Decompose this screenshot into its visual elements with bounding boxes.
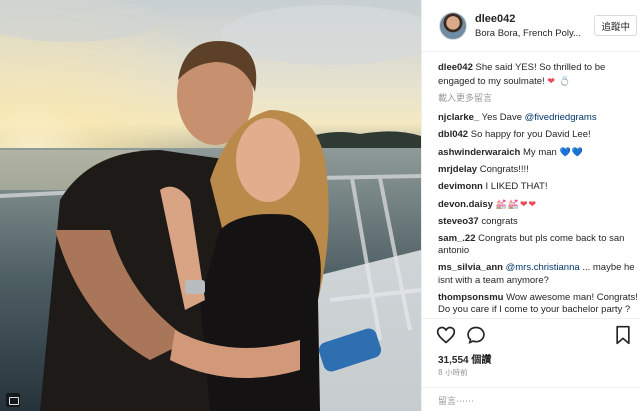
likes-number: 31,554 (438, 355, 469, 366)
comment-text: Congrats!!!! (479, 163, 529, 175)
avatar[interactable] (439, 12, 467, 40)
location-link[interactable]: Bora Bora, French Poly... (475, 28, 587, 39)
comment-username[interactable]: dbl042 (438, 129, 468, 140)
comment-mention-link[interactable]: @mrs.christianna (506, 262, 580, 273)
header-username[interactable]: dlee042 (475, 13, 515, 25)
following-button[interactable]: 追蹤中 (594, 15, 637, 36)
add-comment-field[interactable]: 留言⋯⋯ (422, 387, 640, 411)
comment-item: ms_silvia_ann @mrs.christianna ... maybe… (438, 262, 638, 287)
comment-item: mrjdelay Congrats!!!! (438, 164, 638, 177)
comment-username[interactable]: steveo37 (438, 216, 479, 227)
comment-emoji: 💙💙 (559, 146, 584, 157)
comment-item: njclarke_ Yes Dave @fivedriedgrams (438, 112, 638, 125)
photo-illustration (0, 0, 421, 411)
comment-item: thompsonsmu Wow awesome man! Congrats! D… (438, 292, 638, 317)
likes-count[interactable]: 31,554 個讚 (438, 351, 491, 366)
image-badge-icon (6, 393, 20, 407)
comment-item: sam_.22 Congrats but pls come back to sa… (438, 233, 638, 258)
comment-text: congrats (481, 215, 518, 227)
post-caption: dlee042 She said YES! So thrilled to be … (438, 62, 638, 88)
post-side-panel: dlee042 Bora Bora, French Poly... 追蹤中 dl… (421, 0, 640, 411)
comment-text: My man (523, 146, 557, 158)
comment-username[interactable]: sam_.22 (438, 233, 476, 244)
comment-username[interactable]: mrjdelay (438, 164, 477, 175)
caption-username[interactable]: dlee042 (438, 62, 473, 73)
post-timestamp: 8 小時前 (438, 368, 468, 377)
comment-text: So happy for you David Lee! (470, 128, 591, 140)
comment-item: ashwinderwaraich My man 💙💙 (438, 146, 638, 160)
load-more-comments-link[interactable]: 載入更多留言 (438, 93, 638, 106)
add-comment-placeholder: 留言⋯⋯ (438, 397, 475, 407)
comment-mention-link[interactable]: @fivedriedgrams (525, 112, 597, 123)
comment-username[interactable]: njclarke_ (438, 112, 479, 123)
comment-username[interactable]: ashwinderwaraich (438, 147, 520, 158)
speech-bubble-icon[interactable] (466, 325, 486, 345)
comment-item: devimonn I LIKED THAT! (438, 181, 638, 194)
comment-item: dbl042 So happy for you David Lee! (438, 129, 638, 142)
post-photo[interactable] (0, 0, 421, 411)
comment-username[interactable]: ms_silvia_ann (438, 262, 503, 273)
comment-emoji: 💒💒❤❤ (495, 198, 538, 209)
bookmark-icon[interactable] (613, 325, 633, 345)
comment-username[interactable]: devon.daisy (438, 199, 493, 210)
caption-emoji: ❤ 💍 (547, 75, 572, 86)
comment-text: I LIKED THAT! (485, 180, 548, 192)
comments-list: dlee042 She said YES! So thrilled to be … (438, 62, 638, 318)
comment-item: steveo37 congrats (438, 216, 638, 229)
likes-label: 個讚 (471, 355, 492, 366)
comment-item: devon.daisy 💒💒❤❤ (438, 198, 638, 212)
comment-username[interactable]: devimonn (438, 181, 483, 192)
post-actions: 31,554 個讚 8 小時前 留言⋯⋯ (422, 318, 640, 411)
comment-text: Yes Dave (481, 111, 522, 123)
heart-outline-icon[interactable] (436, 325, 456, 345)
post-header: dlee042 Bora Bora, French Poly... 追蹤中 (422, 0, 640, 52)
comment-username[interactable]: thompsonsmu (438, 292, 503, 303)
